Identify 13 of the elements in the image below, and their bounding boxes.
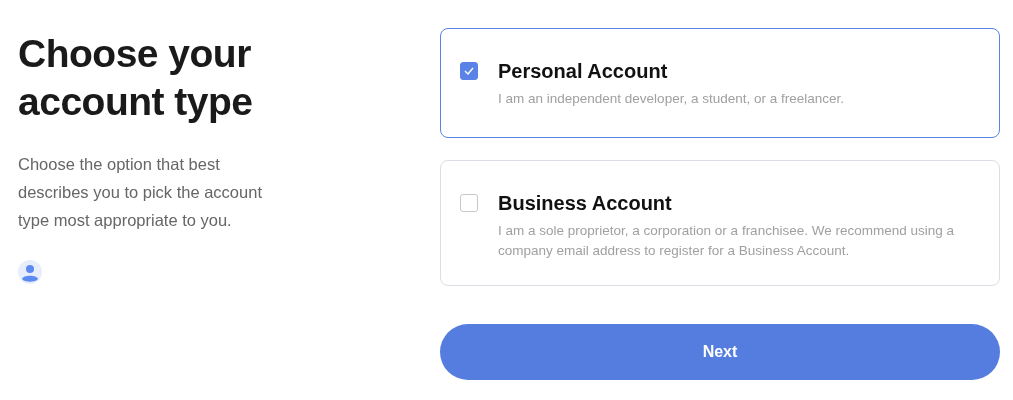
account-option-card[interactable]: Business Account I am a sole proprietor, a corporation or a franchisee. We recommend using a company email address to register for a Business Account.: [440, 160, 1000, 286]
option-title: Personal Account: [498, 59, 669, 83]
user-icon: [18, 260, 42, 284]
option-description: I am a sole proprietor, a corporation or a franchisee. We recommend using a company email address to register for a Business Account.: [498, 222, 955, 260]
option-description: I am an independent developer, a student, or a freelancer.: [498, 90, 844, 108]
check-icon: [464, 67, 474, 75]
next-button[interactable]: Next: [440, 324, 1000, 380]
checkbox[interactable]: [460, 194, 478, 212]
checkbox[interactable]: [460, 62, 478, 80]
account-option-card[interactable]: Personal Account I am an independent developer, a student, or a freelancer.: [440, 28, 1000, 138]
description-text: Choose the option that best describes you to pick the account type most appropriate to you.: [18, 154, 263, 231]
page-heading: Choose your account type: [18, 31, 254, 125]
option-title: Business Account: [498, 191, 673, 215]
